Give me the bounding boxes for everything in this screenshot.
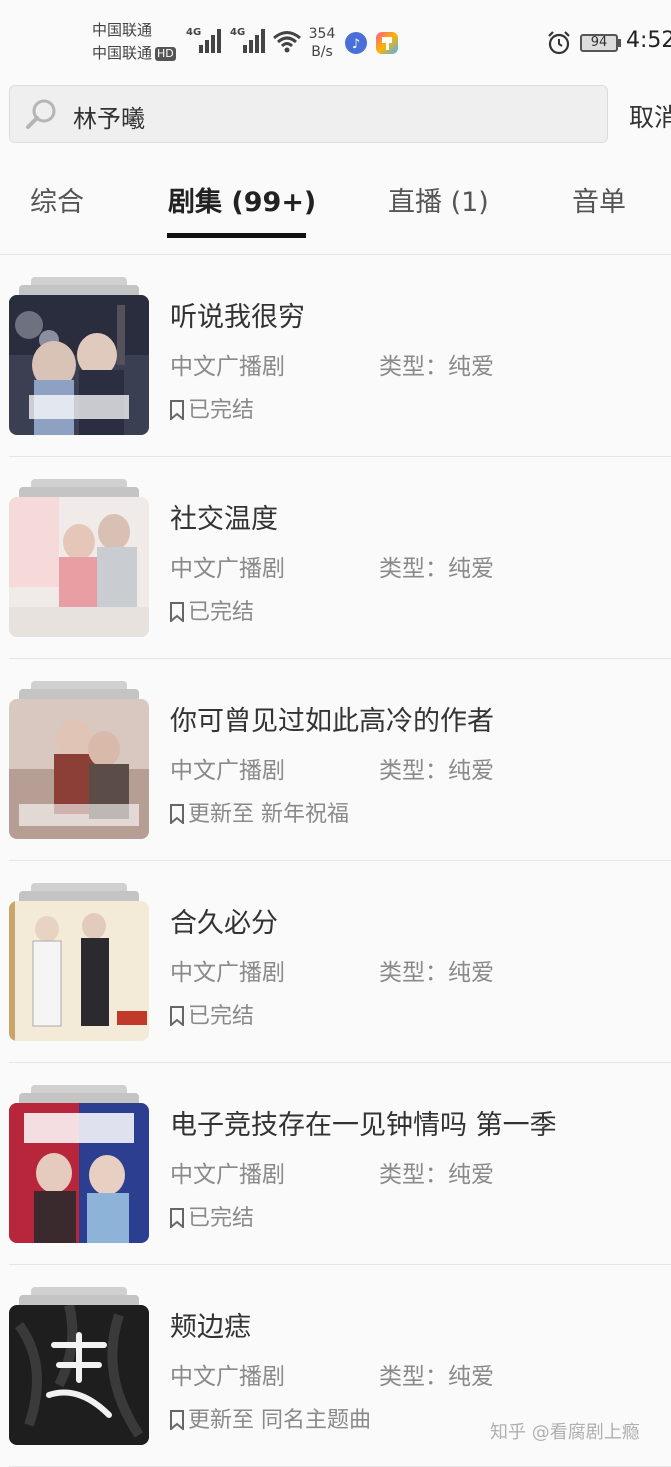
item-genre: 类型：纯爱 bbox=[379, 960, 494, 986]
item-status-text: 已完结 bbox=[188, 398, 255, 423]
battery-icon: 94 bbox=[580, 34, 618, 52]
cover-image bbox=[9, 1305, 149, 1445]
bookmark-icon bbox=[170, 602, 184, 622]
network-speed-unit: B/s bbox=[311, 44, 333, 60]
carrier-label-2-text: 中国联通 bbox=[92, 44, 153, 62]
bookmark-icon bbox=[170, 400, 184, 420]
cover-stack bbox=[9, 479, 149, 639]
cover-stack bbox=[9, 1085, 149, 1245]
network-speed-value: 354 bbox=[308, 26, 336, 42]
network-speed: 354 B/s bbox=[308, 25, 336, 61]
bookmark-icon bbox=[170, 1208, 184, 1228]
item-status: 已完结 bbox=[169, 998, 254, 1030]
item-category: 中文广播剧 bbox=[170, 556, 285, 582]
cancel-button[interactable]: 取消 bbox=[629, 98, 671, 134]
cover-image bbox=[9, 901, 149, 1041]
item-genre: 类型：纯爱 bbox=[379, 1162, 494, 1188]
item-category: 中文广播剧 bbox=[170, 1364, 285, 1390]
result-tabs: 综合 剧集 (99+) 直播 (1) 音单 bbox=[0, 160, 671, 240]
list-item[interactable]: 你可曾见过如此高冷的作者 中文广播剧 类型：纯爱 更新至 新年祝福 bbox=[9, 659, 671, 861]
item-genre: 类型：纯爱 bbox=[379, 354, 494, 380]
cover-stack bbox=[9, 277, 149, 437]
cover-image bbox=[9, 1103, 149, 1243]
list-item[interactable]: 听说我很穷 中文广播剧 类型：纯爱 已完结 bbox=[9, 255, 671, 457]
item-category: 中文广播剧 bbox=[170, 960, 285, 986]
item-genre: 类型：纯爱 bbox=[379, 758, 494, 784]
cover-image bbox=[9, 699, 149, 839]
tab-playlists[interactable]: 音单 bbox=[572, 180, 626, 219]
battery-tip bbox=[618, 39, 621, 47]
search-icon bbox=[26, 99, 56, 129]
item-category: 中文广播剧 bbox=[170, 758, 285, 784]
item-title: 听说我很穷 bbox=[170, 302, 305, 333]
item-category: 中文广播剧 bbox=[170, 1162, 285, 1188]
item-status-text: 已完结 bbox=[188, 1004, 255, 1029]
cover-image bbox=[9, 497, 149, 637]
clock: 4:52 bbox=[626, 28, 671, 53]
item-category: 中文广播剧 bbox=[170, 354, 285, 380]
svg-text:♪: ♪ bbox=[352, 37, 360, 52]
search-input[interactable]: 林予曦 bbox=[9, 85, 608, 143]
item-status-text: 已完结 bbox=[188, 1206, 255, 1231]
active-tab-indicator bbox=[167, 233, 306, 238]
item-title: 社交温度 bbox=[170, 504, 278, 535]
cover-image bbox=[9, 295, 149, 435]
item-title: 电子竞技存在一见钟情吗 第一季 bbox=[170, 1110, 557, 1141]
list-item[interactable]: 合久必分 中文广播剧 类型：纯爱 已完结 bbox=[9, 861, 671, 1063]
cover-stack bbox=[9, 681, 149, 841]
bookmark-icon bbox=[170, 1410, 184, 1430]
item-genre: 类型：纯爱 bbox=[379, 556, 494, 582]
list-item[interactable]: 电子竞技存在一见钟情吗 第一季 中文广播剧 类型：纯爱 已完结 bbox=[9, 1063, 671, 1265]
item-title: 颊边痣 bbox=[170, 1312, 251, 1343]
watermark: 知乎 @看腐剧上瘾 bbox=[490, 1422, 640, 1443]
alarm-icon bbox=[548, 31, 570, 55]
item-title: 合久必分 bbox=[170, 908, 278, 939]
status-bar: 中国联通 中国联通 HD 4G 4G 354 B/s ♪ 94 4:52 bbox=[0, 0, 671, 84]
carrier-label-1: 中国联通 bbox=[92, 21, 153, 39]
item-status: 已完结 bbox=[169, 594, 254, 626]
tab-comprehensive[interactable]: 综合 bbox=[30, 180, 84, 219]
bookmark-icon bbox=[170, 804, 184, 824]
cover-stack bbox=[9, 883, 149, 1043]
item-status: 更新至 新年祝福 bbox=[169, 796, 349, 828]
item-status-text: 更新至 同名主题曲 bbox=[188, 1408, 371, 1433]
carrier-label-2: 中国联通 HD bbox=[92, 44, 176, 62]
list-item[interactable]: 社交温度 中文广播剧 类型：纯爱 已完结 bbox=[9, 457, 671, 659]
tab-series[interactable]: 剧集 (99+) bbox=[168, 180, 316, 219]
item-title: 你可曾见过如此高冷的作者 bbox=[170, 706, 494, 737]
item-genre: 类型：纯爱 bbox=[379, 1364, 494, 1390]
hd-badge: HD bbox=[155, 46, 176, 61]
item-status: 已完结 bbox=[169, 392, 254, 424]
item-status: 更新至 同名主题曲 bbox=[169, 1402, 371, 1434]
wifi-icon bbox=[273, 31, 301, 53]
search-query[interactable]: 林予曦 bbox=[73, 99, 145, 134]
item-status: 已完结 bbox=[169, 1200, 254, 1232]
cover-stack bbox=[9, 1287, 149, 1447]
app-notification-icon bbox=[376, 32, 398, 54]
result-list: 听说我很穷 中文广播剧 类型：纯爱 已完结 社交温度 中文广播剧 类型：纯爱 已… bbox=[0, 255, 671, 1467]
item-status-text: 更新至 新年祝福 bbox=[188, 802, 349, 827]
tab-live[interactable]: 直播 (1) bbox=[388, 180, 489, 219]
item-status-text: 已完结 bbox=[188, 600, 255, 625]
bookmark-icon bbox=[170, 1006, 184, 1026]
music-app-icon: ♪ bbox=[345, 32, 367, 54]
